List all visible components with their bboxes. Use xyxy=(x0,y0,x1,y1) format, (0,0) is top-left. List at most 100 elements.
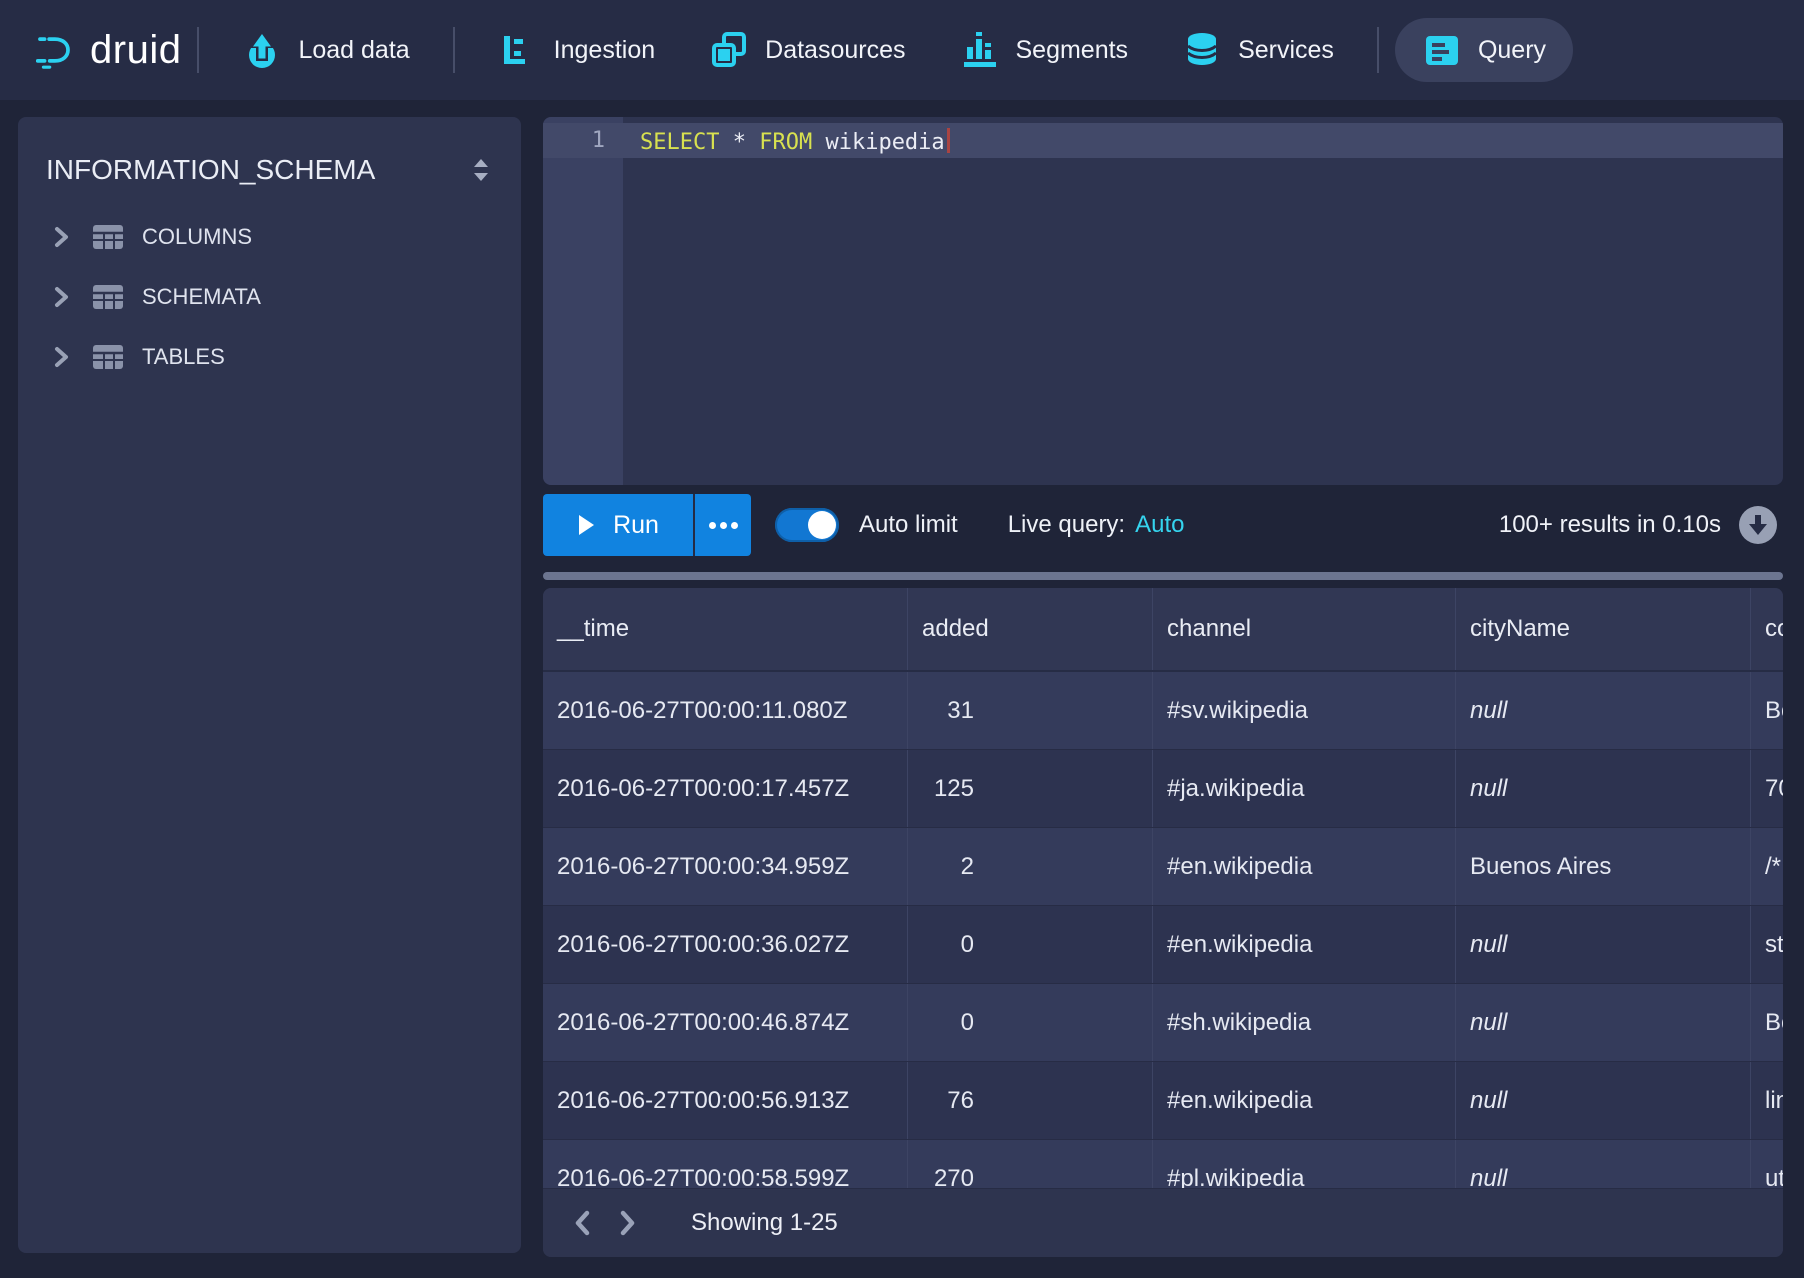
editor-line-number: 1 xyxy=(543,128,605,153)
cell-channel[interactable]: #en.wikipedia xyxy=(1153,828,1456,905)
cell-channel[interactable]: #en.wikipedia xyxy=(1153,906,1456,983)
cell-channel[interactable]: #sv.wikipedia xyxy=(1153,672,1456,749)
toggle-knob xyxy=(808,511,836,539)
column-header-added[interactable]: added xyxy=(908,588,1153,670)
cell-cityname[interactable]: Buenos Aires xyxy=(1456,828,1751,905)
table-icon xyxy=(91,222,125,252)
play-icon xyxy=(577,514,595,536)
sidebar-item-label: TABLES xyxy=(142,344,225,370)
sql-text: * xyxy=(719,130,759,155)
ingestion-icon xyxy=(498,30,538,70)
nav-item-label: Datasources xyxy=(765,36,905,65)
auto-limit-label: Auto limit xyxy=(859,511,958,539)
chevron-right-icon xyxy=(48,224,74,250)
datasources-icon xyxy=(709,30,749,70)
schema-selector[interactable]: INFORMATION_SCHEMA xyxy=(18,117,521,207)
column-header-channel[interactable]: channel xyxy=(1153,588,1456,670)
chevron-left-icon xyxy=(571,1209,595,1237)
editor-gutter xyxy=(543,117,623,485)
sidebar-item-tables[interactable]: TABLES xyxy=(18,327,521,387)
sidebar-item-label: SCHEMATA xyxy=(142,284,261,310)
cell-comment[interactable]: Bot xyxy=(1751,984,1783,1061)
schema-selector-value: INFORMATION_SCHEMA xyxy=(46,154,375,186)
cell-added[interactable]: 31 xyxy=(908,672,1153,749)
table-row: 2016-06-27T00:00:17.457Z 125 #ja.wikiped… xyxy=(543,750,1783,828)
druid-logo[interactable]: druid xyxy=(36,28,181,73)
live-query-value[interactable]: Auto xyxy=(1135,511,1184,539)
nav-item-datasources[interactable]: Datasources xyxy=(682,18,932,82)
cell-time[interactable]: 2016-06-27T00:00:56.913Z xyxy=(543,1062,908,1139)
results-header-row: __time added channel cityName comment xyxy=(543,588,1783,672)
table-row: 2016-06-27T00:00:34.959Z 2 #en.wikipedia… xyxy=(543,828,1783,906)
prev-page-button[interactable] xyxy=(561,1201,605,1245)
column-header-time[interactable]: __time xyxy=(543,588,908,670)
upload-icon xyxy=(242,30,282,70)
column-header-comment[interactable]: comment xyxy=(1751,588,1783,670)
cell-added[interactable]: 0 xyxy=(908,984,1153,1061)
cell-comment[interactable]: Bot xyxy=(1751,672,1783,749)
table-row: 2016-06-27T00:00:36.027Z 0 #en.wikipedia… xyxy=(543,906,1783,984)
sidebar-item-columns[interactable]: COLUMNS xyxy=(18,207,521,267)
nav-separator xyxy=(197,27,199,73)
cell-cityname[interactable]: null xyxy=(1456,906,1751,983)
nav-item-load-data[interactable]: Load data xyxy=(215,18,436,82)
nav-separator xyxy=(453,27,455,73)
nav-item-label: Query xyxy=(1478,36,1546,65)
cell-cityname[interactable]: null xyxy=(1456,750,1751,827)
cell-comment[interactable]: link xyxy=(1751,1062,1783,1139)
cell-time[interactable]: 2016-06-27T00:00:17.457Z xyxy=(543,750,908,827)
cell-comment[interactable]: sta xyxy=(1751,906,1783,983)
cell-comment[interactable]: 70: xyxy=(1751,750,1783,827)
cell-cityname[interactable]: null xyxy=(1456,1062,1751,1139)
panel-resize-handle[interactable] xyxy=(543,572,1783,580)
nav-separator xyxy=(1377,27,1379,73)
chevron-right-icon xyxy=(615,1209,639,1237)
sql-text: wikipedia xyxy=(812,130,944,155)
run-button[interactable]: Run xyxy=(543,494,693,556)
cell-channel[interactable]: #ja.wikipedia xyxy=(1153,750,1456,827)
cell-comment[interactable]: /* S xyxy=(1751,828,1783,905)
sql-editor[interactable]: 1 SELECT * FROM wikipedia xyxy=(543,117,1783,485)
table-row: 2016-06-27T00:00:11.080Z 31 #sv.wikipedi… xyxy=(543,672,1783,750)
cell-channel[interactable]: #en.wikipedia xyxy=(1153,1062,1456,1139)
nav-item-label: Ingestion xyxy=(554,36,655,65)
nav-item-label: Segments xyxy=(1016,36,1129,65)
segments-icon xyxy=(960,30,1000,70)
cell-channel[interactable]: #sh.wikipedia xyxy=(1153,984,1456,1061)
cell-time[interactable]: 2016-06-27T00:00:34.959Z xyxy=(543,828,908,905)
sidebar-item-schemata[interactable]: SCHEMATA xyxy=(18,267,521,327)
query-icon xyxy=(1422,30,1462,70)
nav-item-query[interactable]: Query xyxy=(1395,18,1573,82)
nav-item-segments[interactable]: Segments xyxy=(933,18,1156,82)
double-caret-icon xyxy=(467,155,495,185)
table-icon xyxy=(91,282,125,312)
results-panel: __time added channel cityName comment 20… xyxy=(543,588,1783,1257)
cell-time[interactable]: 2016-06-27T00:00:46.874Z xyxy=(543,984,908,1061)
sidebar-item-label: COLUMNS xyxy=(142,224,252,250)
cell-added[interactable]: 76 xyxy=(908,1062,1153,1139)
showing-range-label: Showing 1-25 xyxy=(691,1209,838,1237)
cell-cityname[interactable]: null xyxy=(1456,984,1751,1061)
table-icon xyxy=(91,342,125,372)
cell-added[interactable]: 2 xyxy=(908,828,1153,905)
download-button[interactable] xyxy=(1739,506,1777,544)
pagination-bar: Showing 1-25 xyxy=(543,1188,1783,1257)
sql-keyword: SELECT xyxy=(640,130,719,155)
cell-added[interactable]: 125 xyxy=(908,750,1153,827)
chevron-right-icon xyxy=(48,284,74,310)
cell-time[interactable]: 2016-06-27T00:00:36.027Z xyxy=(543,906,908,983)
more-dots-icon xyxy=(731,522,738,529)
chevron-right-icon xyxy=(48,344,74,370)
run-more-button[interactable] xyxy=(693,494,751,556)
cell-time[interactable]: 2016-06-27T00:00:11.080Z xyxy=(543,672,908,749)
next-page-button[interactable] xyxy=(605,1201,649,1245)
nav-item-label: Services xyxy=(1238,36,1334,65)
column-header-cityname[interactable]: cityName xyxy=(1456,588,1751,670)
auto-limit-toggle[interactable] xyxy=(775,508,839,542)
services-icon xyxy=(1182,30,1222,70)
cell-added[interactable]: 0 xyxy=(908,906,1153,983)
sql-query-text: SELECT * FROM wikipedia xyxy=(640,128,950,155)
nav-item-ingestion[interactable]: Ingestion xyxy=(471,18,682,82)
nav-item-services[interactable]: Services xyxy=(1155,18,1361,82)
cell-cityname[interactable]: null xyxy=(1456,672,1751,749)
